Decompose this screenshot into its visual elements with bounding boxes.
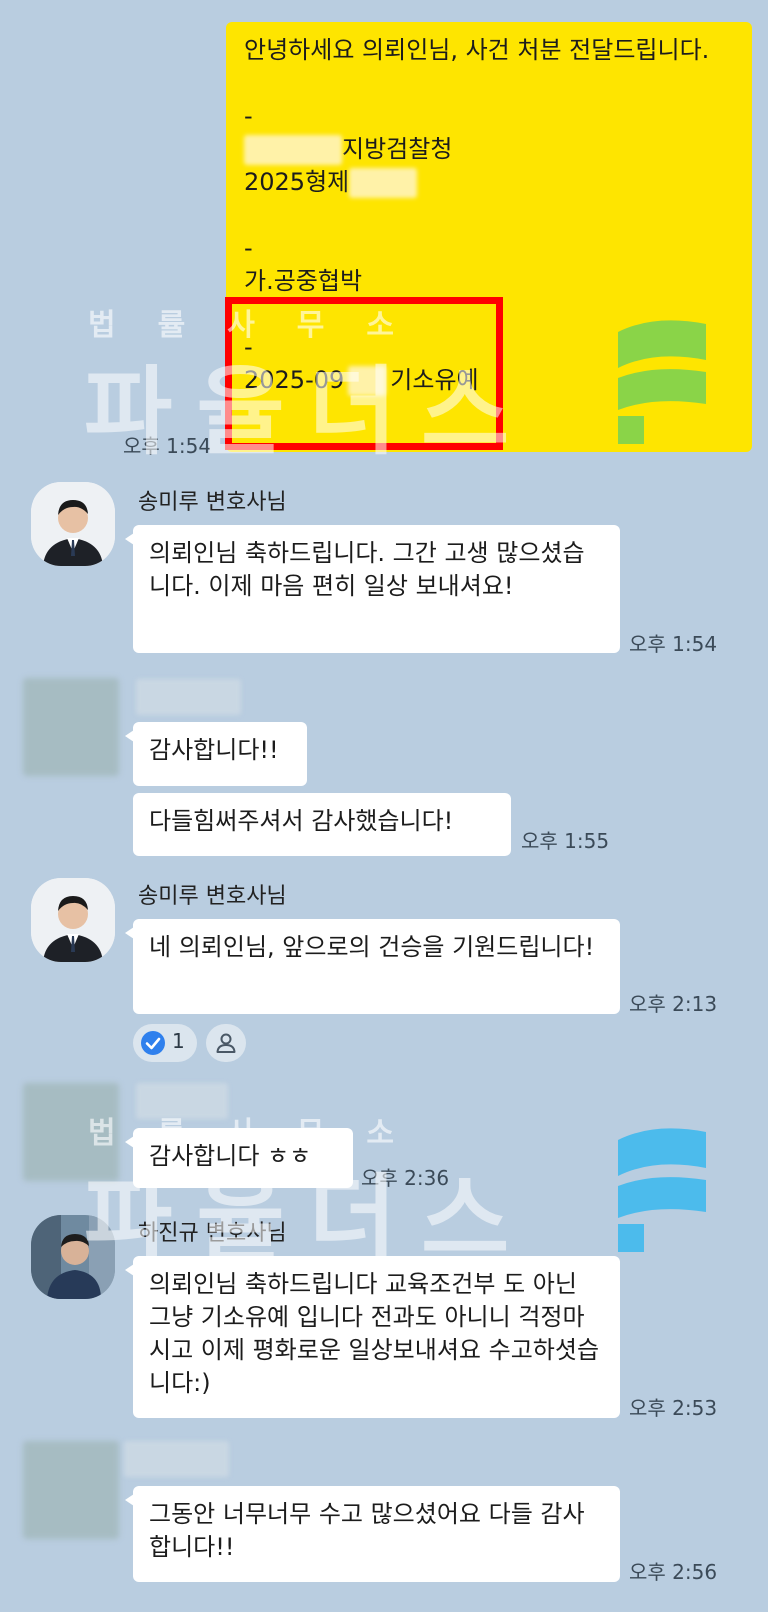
watermark-logo-text: 파율더스 <box>84 356 534 468</box>
person-photo-icon <box>31 878 115 962</box>
client-avatar-redacted <box>23 1441 119 1539</box>
redacted-region <box>244 135 342 165</box>
reaction-count: 1 <box>172 1029 185 1053</box>
message-bubble[interactable]: 네 의뢰인님, 앞으로의 건승을 기원드립니다! <box>125 919 620 1014</box>
watermark-logo-text: 파율더스 <box>84 1164 534 1276</box>
case-prefix: 2025형제 <box>244 168 350 196</box>
sender-name: 송미루 변호사님 <box>138 490 287 515</box>
client-avatar-redacted <box>23 678 119 776</box>
reaction-like-button[interactable]: 1 <box>133 1024 197 1062</box>
office-suffix: 지방검찰청 <box>342 135 453 163</box>
person-icon <box>216 1033 236 1053</box>
watermark-logo-icon <box>618 320 706 444</box>
message-time: 오후 2:13 <box>629 992 718 1016</box>
watermark-logo-icon <box>618 1128 706 1252</box>
message-bubble[interactable]: 의뢰인님 축하드립니다. 그간 고생 많으셨습니다. 이제 마음 편히 일상 보… <box>125 525 620 653</box>
person-photo-icon <box>31 482 115 566</box>
lawyer-avatar[interactable] <box>31 482 115 566</box>
message-bubble[interactable]: 다들힘써주셔서 감사했습니다! <box>133 793 511 856</box>
separator-dash: - <box>244 234 253 262</box>
message-time: 오후 2:53 <box>629 1396 718 1420</box>
charge-name: 가.공중협박 <box>244 267 363 295</box>
client-name-redacted <box>136 679 241 715</box>
message-bubble[interactable]: 감사합니다!! <box>125 722 307 786</box>
message-time: 오후 1:54 <box>629 632 718 656</box>
prosecutor-office: 지방검찰청 <box>244 133 734 166</box>
case-number: 2025형제 <box>244 166 734 199</box>
client-name-redacted <box>124 1441 229 1477</box>
separator-dash: - <box>244 102 253 130</box>
message-time: 오후 1:55 <box>521 829 610 853</box>
message-time: 오후 2:56 <box>629 1560 718 1584</box>
redacted-case-number <box>349 168 418 198</box>
message-bubble[interactable]: 그동안 너무너무 수고 많으셨어요 다들 감사합니다!! <box>125 1486 620 1582</box>
sender-name: 송미루 변호사님 <box>138 884 287 909</box>
message-line: 안녕하세요 의뢰인님, 사건 처분 전달드립니다. <box>244 36 710 64</box>
check-circle-icon <box>141 1031 165 1055</box>
lawyer-avatar[interactable] <box>31 878 115 962</box>
reaction-person-button[interactable] <box>206 1024 246 1062</box>
